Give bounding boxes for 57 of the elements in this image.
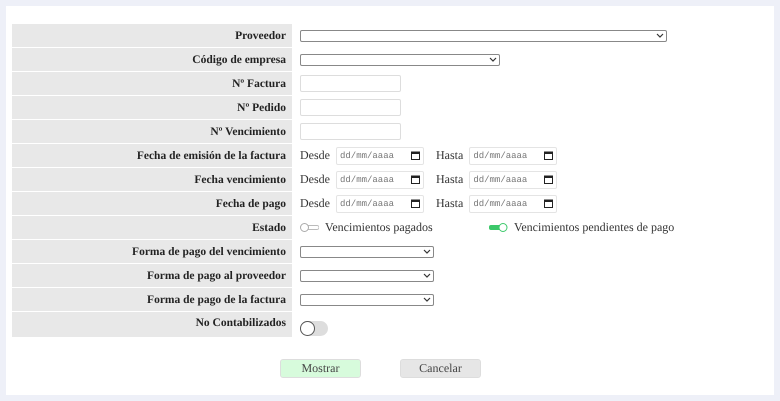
field-label: Proveedor	[12, 24, 292, 47]
calendar-icon	[544, 175, 554, 184]
option-label: Vencimientos pagados	[325, 220, 433, 235]
field-label: Forma de pago de la factura	[12, 288, 292, 311]
input-field[interactable]	[300, 75, 401, 92]
toggle-icon[interactable]	[300, 223, 319, 232]
to-label: Hasta	[436, 172, 464, 187]
date-field[interactable]: dd/mm/aaaa	[336, 170, 424, 188]
show-button[interactable]: Mostrar	[280, 359, 361, 378]
date-field[interactable]: dd/mm/aaaa	[336, 146, 424, 164]
toggle-icon[interactable]	[489, 223, 508, 232]
from-label: Desde	[300, 172, 330, 187]
input-field[interactable]	[300, 99, 401, 116]
field-label: Nº Pedido	[12, 96, 292, 119]
caret-icon	[423, 297, 431, 302]
date-placeholder: dd/mm/aaaa	[340, 174, 394, 184]
date-placeholder: dd/mm/aaaa	[340, 198, 394, 208]
to-label: Hasta	[436, 196, 464, 211]
field-label: Nº Factura	[12, 72, 292, 95]
date-placeholder: dd/mm/aaaa	[473, 174, 528, 184]
from-label: Desde	[300, 196, 330, 211]
field-label: Fecha de emisión de la factura	[12, 144, 292, 167]
toggle-switch[interactable]	[300, 321, 328, 336]
cancel-button[interactable]: Cancelar	[400, 359, 481, 378]
calendar-icon	[544, 151, 554, 160]
dropdown[interactable]	[300, 30, 667, 42]
dropdown[interactable]	[300, 294, 434, 306]
field-label: Forma de pago al proveedor	[12, 264, 292, 287]
date-field[interactable]: dd/mm/aaaa	[469, 170, 558, 188]
field-label: Forma de pago del vencimiento	[12, 240, 292, 263]
field-label: Estado	[12, 216, 292, 239]
calendar-icon	[411, 151, 420, 160]
field-label: Fecha de pago	[12, 192, 292, 215]
calendar-icon	[544, 199, 554, 208]
caret-icon	[489, 57, 497, 62]
dropdown[interactable]	[300, 246, 434, 258]
from-label: Desde	[300, 148, 330, 163]
caret-icon	[656, 33, 664, 38]
calendar-icon	[411, 175, 420, 184]
date-field[interactable]: dd/mm/aaaa	[469, 146, 558, 164]
field-label: No Contabilizados	[12, 312, 292, 337]
date-placeholder: dd/mm/aaaa	[473, 150, 528, 160]
field-label: Nº Vencimiento	[12, 120, 292, 143]
date-placeholder: dd/mm/aaaa	[340, 150, 394, 160]
dropdown[interactable]	[300, 54, 500, 66]
calendar-icon	[411, 199, 420, 208]
date-field[interactable]: dd/mm/aaaa	[336, 194, 424, 212]
caret-icon	[423, 249, 431, 254]
caret-icon	[423, 273, 431, 278]
date-field[interactable]: dd/mm/aaaa	[469, 194, 558, 212]
field-label: Código de empresa	[12, 48, 292, 71]
date-placeholder: dd/mm/aaaa	[473, 198, 528, 208]
field-label: Fecha vencimiento	[12, 168, 292, 191]
input-field[interactable]	[300, 123, 401, 140]
dropdown[interactable]	[300, 270, 434, 282]
option-label: Vencimientos pendientes de pago	[514, 220, 674, 235]
to-label: Hasta	[436, 148, 464, 163]
